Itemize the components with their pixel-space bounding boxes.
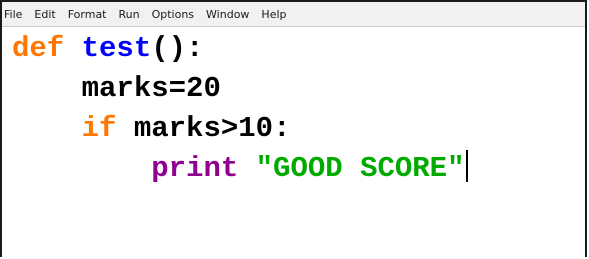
menu-file[interactable]: File	[4, 8, 22, 21]
code-line-4: print "GOOD SCORE"	[12, 149, 585, 189]
menu-help[interactable]: Help	[261, 8, 286, 21]
function-signature-rest: ():	[151, 32, 204, 65]
menu-format[interactable]: Format	[68, 8, 107, 21]
if-condition: marks>10:	[116, 112, 291, 145]
menu-run[interactable]: Run	[119, 8, 140, 21]
menu-edit[interactable]: Edit	[34, 8, 55, 21]
code-line-3: if marks>10:	[12, 109, 585, 149]
builtin-print: print	[151, 152, 239, 185]
idle-editor-window: File Edit Format Run Options Window Help…	[0, 0, 587, 257]
code-line-2: marks=20	[12, 69, 585, 109]
assignment-statement: marks=20	[81, 72, 221, 105]
menu-options[interactable]: Options	[152, 8, 194, 21]
function-name: test	[81, 32, 152, 65]
keyword-def: def	[12, 32, 65, 65]
keyword-if: if	[81, 112, 117, 145]
string-literal: "GOOD SCORE"	[255, 152, 465, 185]
menu-bar: File Edit Format Run Options Window Help	[2, 2, 585, 27]
menu-window[interactable]: Window	[206, 8, 249, 21]
text-cursor	[465, 150, 468, 182]
code-editor[interactable]: def test(): marks=20 if marks>10: print …	[2, 27, 585, 189]
code-line-1: def test():	[12, 29, 585, 69]
